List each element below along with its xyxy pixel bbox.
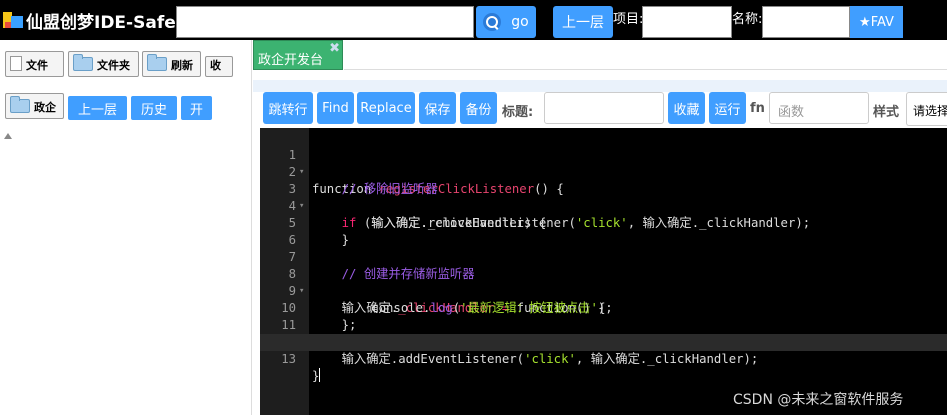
open-button[interactable]: 开: [181, 96, 212, 120]
top-up-button[interactable]: 上一层: [553, 6, 613, 38]
current-dir-button[interactable]: 政企: [5, 93, 64, 119]
dir-label: 政企: [34, 101, 56, 114]
function-input[interactable]: 函数: [769, 92, 869, 124]
tab-enterprise-dev[interactable]: 政企开发台 ✖: [253, 40, 343, 70]
file-icon: [10, 56, 22, 71]
project-label: 项目:: [613, 12, 644, 27]
file-label: 文件: [26, 59, 48, 72]
refresh-button[interactable]: 刷新: [142, 51, 201, 77]
name-input[interactable]: [762, 6, 850, 38]
code-editor[interactable]: 1 ▾ function registerClickListener() { 2…: [260, 128, 947, 415]
new-file-button[interactable]: 文件: [5, 51, 64, 77]
refresh-label: 刷新: [171, 59, 193, 72]
style-select[interactable]: 请选择: [906, 92, 947, 126]
collapse-label: 收: [210, 59, 221, 72]
code-line: 12 输入确定.addEventListener('click', 输入确定._…: [260, 317, 947, 366]
find-button[interactable]: Find: [317, 92, 354, 124]
code-line: 1 ▾ function registerClickListener() {: [260, 130, 947, 196]
code-line: 6: [260, 215, 947, 247]
text-cursor: [319, 368, 321, 382]
watermark: CSDN @未来之窗软件服务: [733, 392, 904, 408]
collapse-button[interactable]: 收: [205, 56, 233, 77]
fav-button[interactable]: ★FAV: [850, 6, 903, 38]
replace-button[interactable]: Replace: [357, 92, 415, 124]
folder-icon: [73, 54, 93, 71]
file-sidebar: 文件 文件夹 刷新 收 政企 上一层 历史 开: [0, 40, 252, 415]
jump-line-button[interactable]: 跳转行: [263, 92, 313, 124]
close-icon[interactable]: ✖: [329, 41, 340, 56]
app-logo-icon: [3, 10, 23, 30]
go-label: go: [511, 14, 529, 30]
top-bar: 仙盟创梦IDE-Safe go 上一层 项目: 名称: ★FAV: [0, 0, 947, 40]
code-line: 10 };: [260, 283, 947, 332]
code-line: 8 ▾ 输入确定._clickHandler = function() {: [260, 249, 947, 315]
sidebar-up-button[interactable]: 上一层: [68, 96, 127, 120]
run-button[interactable]: 运行: [709, 92, 746, 124]
app-title: 仙盟创梦IDE-Safe: [26, 12, 176, 33]
code-line: 9 console.log('最新逻辑：按钮被点击');: [260, 266, 947, 315]
folder-icon: [147, 54, 167, 71]
style-label: 样式: [873, 105, 900, 120]
name-label: 名称:: [732, 12, 763, 27]
path-search-input[interactable]: [176, 6, 474, 38]
toolbar-band: [253, 80, 947, 92]
code-line: 3 ▾ if (输入确定._clickHandler) {: [260, 164, 947, 230]
collect-button[interactable]: 收藏: [668, 92, 705, 124]
project-input[interactable]: [642, 6, 732, 38]
app-logo: 仙盟创梦IDE-Safe: [3, 8, 176, 33]
code-line: 4 输入确定.removeEventListener('click', 输入确定…: [260, 181, 947, 230]
line-number: 13: [281, 352, 296, 366]
code-line: 2 // 移除旧监听器: [260, 147, 947, 196]
new-folder-button[interactable]: 文件夹: [68, 51, 139, 77]
code-line: 11: [260, 300, 947, 332]
code-line-active: 13 }: [260, 334, 947, 383]
backup-button[interactable]: 备份: [460, 92, 497, 124]
history-button[interactable]: 历史: [131, 96, 177, 120]
code-line: 7 // 创建并存储新监听器: [260, 232, 947, 281]
scroll-up-icon[interactable]: [4, 133, 12, 139]
title-label: 标题:: [502, 105, 534, 120]
folder-icon: [10, 96, 30, 113]
tab-divider: [344, 69, 947, 70]
title-input[interactable]: [544, 92, 664, 124]
tab-label: 政企开发台: [258, 53, 324, 68]
go-button[interactable]: go: [476, 6, 536, 38]
save-button[interactable]: 保存: [419, 92, 456, 124]
code-line: 5 }: [260, 198, 947, 247]
fn-label: fn: [750, 101, 765, 116]
folder-label: 文件夹: [97, 59, 130, 72]
search-icon: [483, 13, 502, 31]
